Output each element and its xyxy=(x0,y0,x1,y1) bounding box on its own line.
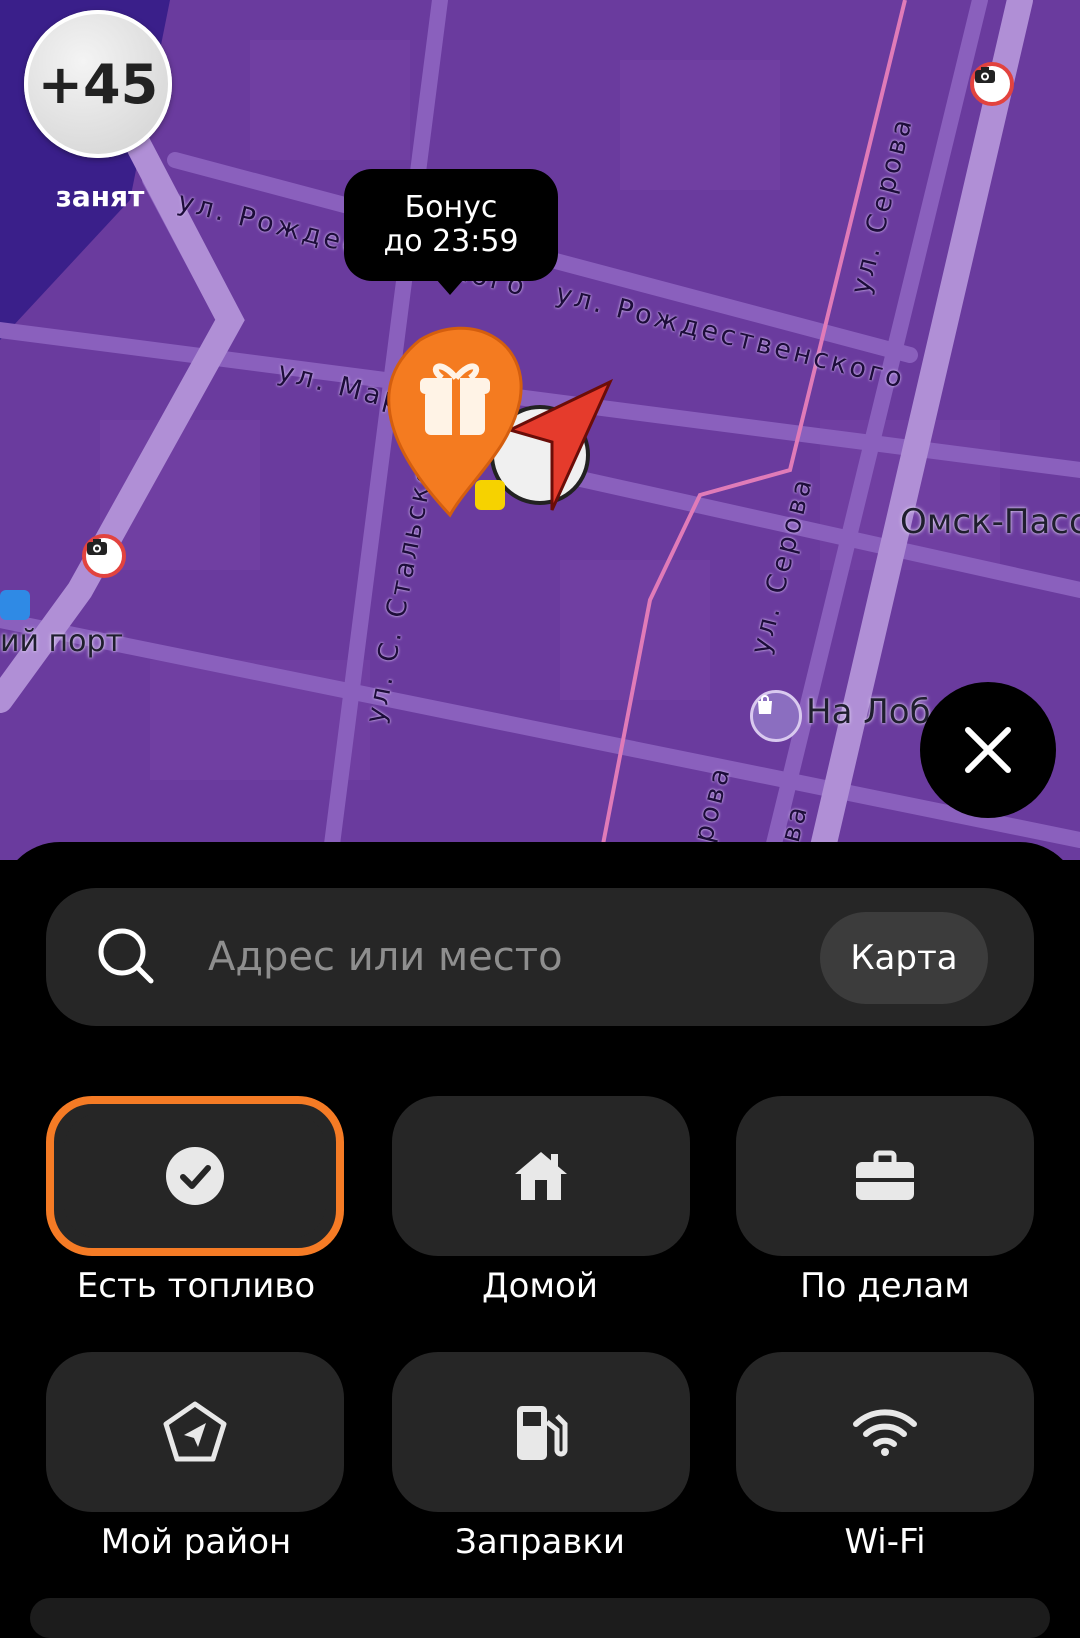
shortcut-my-district[interactable] xyxy=(46,1352,344,1512)
camera-icon[interactable] xyxy=(970,62,1014,106)
shortcut-gas-stations[interactable] xyxy=(392,1352,690,1512)
fuel-pump-icon xyxy=(517,1406,568,1460)
shortcut-fuel-available[interactable] xyxy=(46,1096,344,1256)
shortcut-errands[interactable] xyxy=(736,1096,1034,1256)
close-icon xyxy=(965,727,1011,773)
shortcut-label: Домой xyxy=(482,1266,598,1306)
search-icon xyxy=(98,928,154,984)
shortcut-wifi[interactable] xyxy=(736,1352,1034,1512)
driver-status: занят xyxy=(55,180,145,213)
poi-label[interactable]: ий порт xyxy=(0,624,123,659)
my-district-icon xyxy=(163,1401,227,1462)
shortcut-home[interactable] xyxy=(392,1096,690,1256)
balance-badge[interactable]: +45 xyxy=(24,10,172,158)
bonus-tooltip[interactable]: Бонус до 23:59 xyxy=(344,169,558,295)
poi-label[interactable]: Омск-Пасс xyxy=(900,502,1080,542)
search-input[interactable] xyxy=(206,918,770,996)
search-bar[interactable]: Карта xyxy=(46,888,1034,1026)
close-button[interactable] xyxy=(920,682,1056,818)
shopping-bag-icon[interactable] xyxy=(750,690,802,742)
bonus-tooltip-line2: до 23:59 xyxy=(383,224,519,259)
map-button[interactable]: Карта xyxy=(820,912,988,1004)
shortcut-label: Заправки xyxy=(455,1522,625,1562)
boat-icon[interactable] xyxy=(0,590,30,620)
check-circle-icon xyxy=(166,1147,224,1205)
camera-icon[interactable] xyxy=(82,534,126,578)
map-view[interactable]: ул. Рождественского ул. Рождественского … xyxy=(0,0,1080,860)
shortcut-label: Есть топливо xyxy=(76,1266,316,1306)
sheet-bottom-edge xyxy=(30,1598,1050,1638)
bonus-tooltip-line1: Бонус xyxy=(404,190,498,225)
shortcut-label: По делам xyxy=(800,1266,970,1306)
poi-label[interactable]: На Лоб xyxy=(806,692,931,732)
balance-value: +45 xyxy=(37,52,159,116)
shortcut-label: Wi-Fi xyxy=(844,1522,926,1562)
shortcut-label: Мой район xyxy=(100,1522,292,1562)
briefcase-icon xyxy=(856,1150,914,1200)
home-icon xyxy=(515,1152,567,1200)
wifi-icon xyxy=(853,1409,917,1456)
gift-pin-icon[interactable] xyxy=(380,320,620,540)
